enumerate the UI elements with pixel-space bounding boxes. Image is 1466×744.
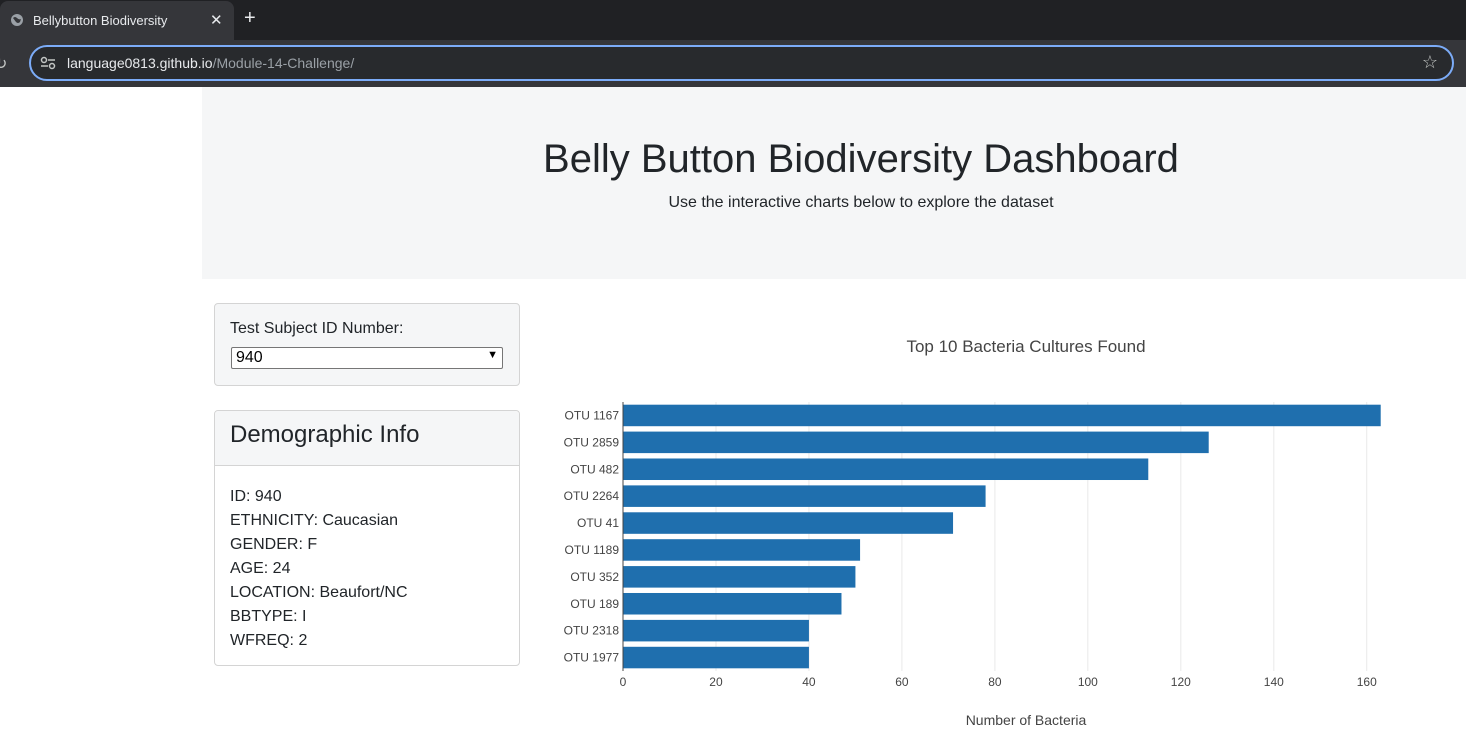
browser-toolbar: ↻ language0813.github.io/Module-14-Chall… <box>0 40 1466 87</box>
reload-icon[interactable]: ↻ <box>0 54 7 74</box>
selected-subject-id: 940 <box>236 349 263 366</box>
y-tick-label: OTU 189 <box>570 597 619 611</box>
url-text[interactable]: language0813.github.io/Module-14-Challen… <box>67 55 354 71</box>
demographic-ethnicity: ETHNICITY: Caucasian <box>230 512 399 529</box>
bar[interactable] <box>623 485 986 507</box>
demographic-bbtype: BBTYPE: I <box>230 608 307 625</box>
x-tick-label: 80 <box>988 675 1002 689</box>
y-tick-label: OTU 1189 <box>565 543 620 557</box>
page-subtitle: Use the interactive charts below to expl… <box>668 194 1054 211</box>
y-tick-label: OTU 2264 <box>564 489 620 503</box>
y-tick-label: OTU 1977 <box>564 651 620 665</box>
bar[interactable] <box>623 431 1209 454</box>
y-tick-label: OTU 2859 <box>564 435 620 449</box>
demographic-gender: GENDER: F <box>230 536 318 553</box>
demographic-age: AGE: 24 <box>230 560 291 577</box>
browser-tabstrip: Bellybutton Biodiversity ✕ + <box>0 0 1466 40</box>
demographic-panel-title: Demographic Info <box>230 421 420 448</box>
subject-selector-well: Test Subject ID Number: 940 ▼ <box>214 303 520 386</box>
bar[interactable] <box>623 619 809 642</box>
x-tick-label: 160 <box>1357 675 1377 689</box>
bar[interactable] <box>623 539 861 561</box>
bar[interactable] <box>623 512 954 534</box>
y-tick-label: OTU 2318 <box>564 624 620 638</box>
demographic-location: LOCATION: Beaufort/NC <box>230 584 408 601</box>
x-tick-label: 140 <box>1264 675 1284 689</box>
bookmark-star-icon[interactable]: ☆ <box>1422 52 1438 73</box>
demographic-panel-heading: Demographic Info <box>215 411 519 466</box>
address-bar[interactable]: language0813.github.io/Module-14-Challen… <box>29 45 1454 81</box>
y-tick-label: OTU 352 <box>570 570 619 584</box>
x-tick-label: 0 <box>620 675 627 689</box>
y-tick-label: OTU 1167 <box>565 408 620 422</box>
demographic-id: ID: 940 <box>230 488 282 505</box>
bar[interactable] <box>623 646 809 669</box>
page-title: Belly Button Biodiversity Dashboard <box>543 137 1179 181</box>
bar-chart[interactable]: Top 10 Bacteria Cultures Found OTU 1167 O… <box>536 290 1436 744</box>
browser-tab[interactable]: Bellybutton Biodiversity ✕ <box>0 1 234 40</box>
x-tick-label: 40 <box>802 675 816 689</box>
subject-selector-label: Test Subject ID Number: <box>230 320 404 337</box>
chart-title: Top 10 Bacteria Cultures Found <box>906 337 1145 356</box>
x-tick-label: 20 <box>709 675 723 689</box>
demographic-wfreq: WFREQ: 2 <box>230 632 308 649</box>
url-host: language0813.github.io <box>67 55 213 71</box>
demographic-panel: Demographic Info ID: 940 ETHNICITY: Cauc… <box>214 410 520 666</box>
subject-id-select[interactable]: 940 ▼ <box>231 347 503 369</box>
bar[interactable] <box>623 404 1381 427</box>
x-axis-label: Number of Bacteria <box>966 712 1087 728</box>
x-tick-label: 60 <box>895 675 909 689</box>
y-tick-label: OTU 41 <box>577 516 619 530</box>
bar[interactable] <box>623 458 1149 481</box>
bar[interactable] <box>623 592 842 615</box>
close-icon[interactable]: ✕ <box>210 11 223 29</box>
x-tick-label: 120 <box>1171 675 1191 689</box>
chevron-down-icon: ▼ <box>487 349 498 361</box>
jumbotron: Belly Button Biodiversity Dashboard Use … <box>202 87 1466 279</box>
globe-icon <box>11 14 23 26</box>
tab-title: Bellybutton Biodiversity <box>33 13 168 28</box>
site-settings-icon[interactable] <box>40 56 56 70</box>
y-tick-label: OTU 482 <box>570 462 619 476</box>
demographic-info: ID: 940 ETHNICITY: Caucasian GENDER: F A… <box>230 485 408 653</box>
url-path: /Module-14-Challenge/ <box>212 55 355 71</box>
bar[interactable] <box>623 566 856 588</box>
x-tick-label: 100 <box>1078 675 1098 689</box>
new-tab-icon[interactable]: + <box>244 7 256 30</box>
